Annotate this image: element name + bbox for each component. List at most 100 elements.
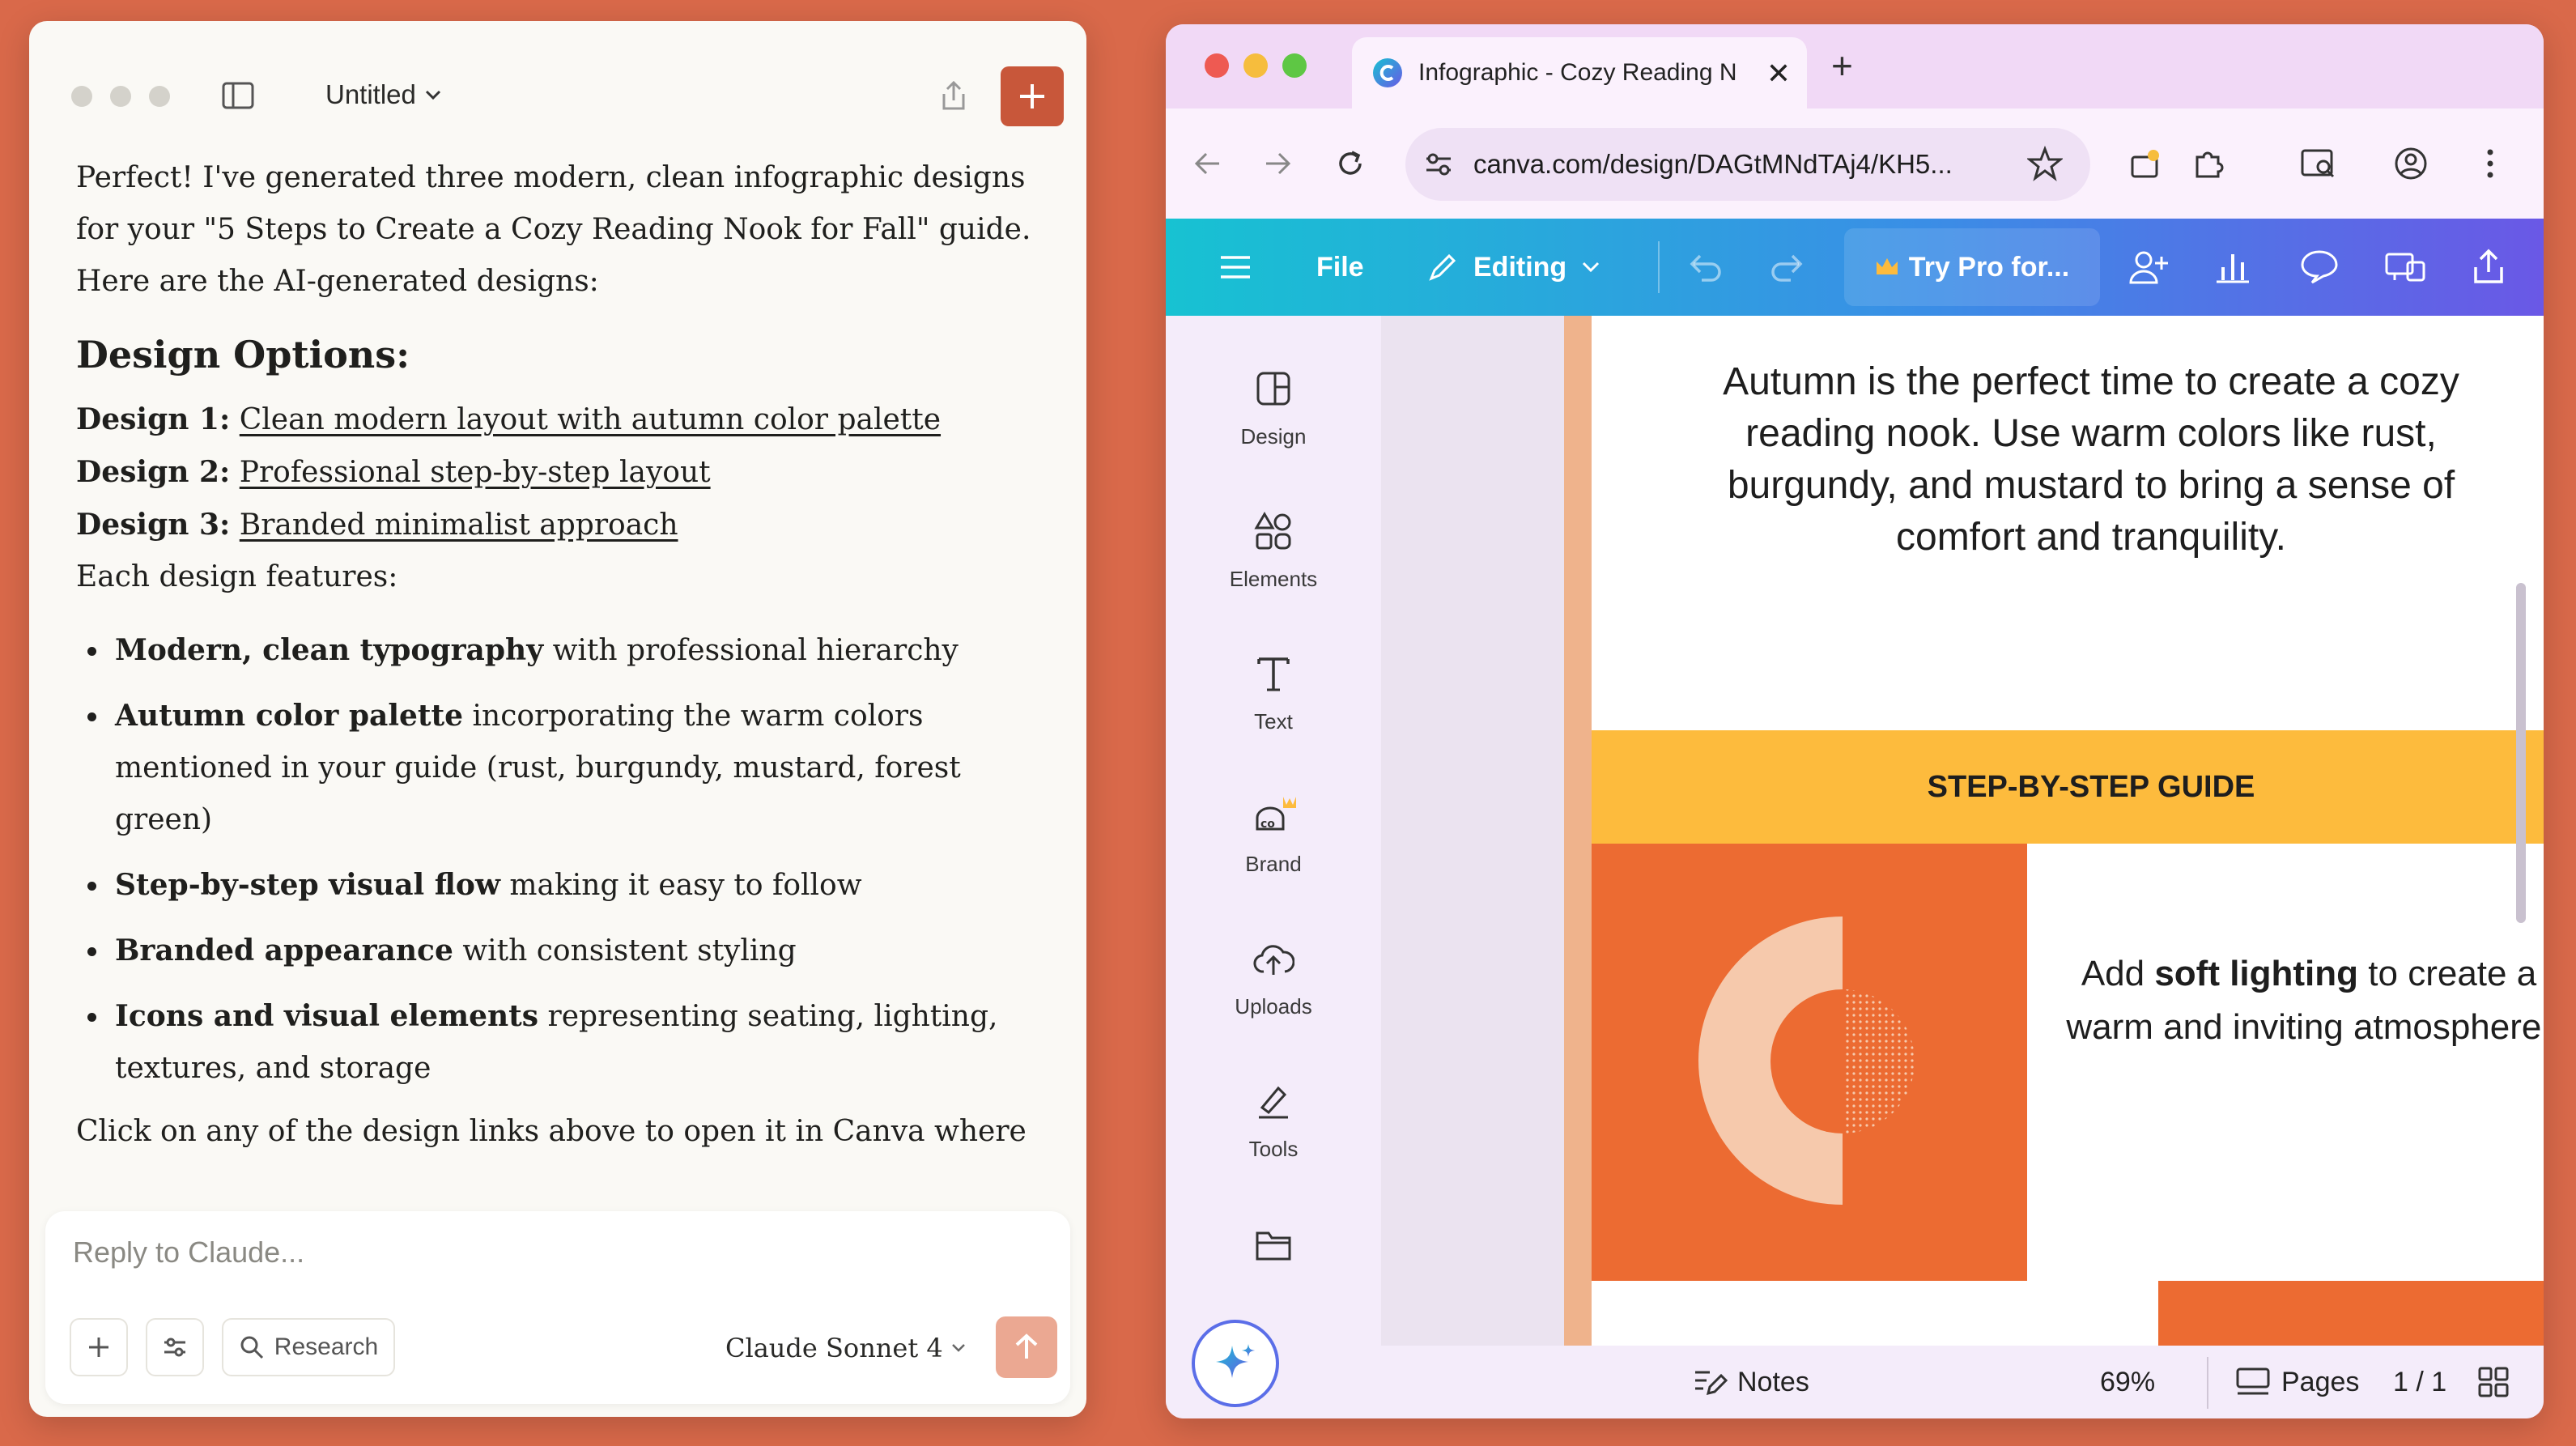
window-minimize-button[interactable] <box>110 86 131 107</box>
side-projects[interactable] <box>1166 1214 1381 1336</box>
window-close-button[interactable] <box>1205 53 1229 78</box>
file-menu[interactable]: File <box>1316 219 1364 316</box>
chevron-down-icon <box>425 90 440 100</box>
extension-icon[interactable] <box>2126 144 2165 183</box>
step-textbox[interactable]: Add soft lighting to create a warm and i… <box>2027 947 2544 1054</box>
sidebar-toggle-icon[interactable] <box>222 81 254 110</box>
try-pro-button[interactable]: Try Pro for... <box>1844 228 2100 306</box>
reply-input[interactable] <box>73 1235 963 1270</box>
design-1-link[interactable]: Clean modern layout with autumn color pa… <box>240 403 941 436</box>
window-close-button[interactable] <box>71 86 92 107</box>
window-minimize-button[interactable] <box>1243 53 1268 78</box>
new-chat-button[interactable] <box>1001 66 1064 126</box>
lamp-graphic-block[interactable] <box>1592 844 2027 1281</box>
tab-infographic[interactable]: Infographic - Cozy Reading N ✕ <box>1352 37 1807 108</box>
side-text[interactable]: Text <box>1166 643 1381 764</box>
chevron-down-icon <box>951 1344 965 1352</box>
grid-icon[interactable] <box>2477 1346 2510 1418</box>
window-zoom-button[interactable] <box>149 86 170 107</box>
page-count: 1 / 1 <box>2393 1366 2447 1397</box>
export-icon[interactable] <box>2469 219 2508 316</box>
profile-icon[interactable] <box>2391 144 2430 183</box>
model-name: Claude Sonnet 4 <box>725 1333 943 1363</box>
text-icon <box>1251 651 1296 696</box>
editing-mode-dropdown[interactable]: Editing <box>1426 219 1600 316</box>
site-settings-icon[interactable] <box>1423 149 1454 180</box>
svg-text:co: co <box>1260 818 1275 831</box>
side-uploads[interactable]: Uploads <box>1166 928 1381 1049</box>
list-item: Modern, clean typography with profession… <box>76 624 1031 677</box>
design-2-line: Design 2: Professional step-by-step layo… <box>76 446 1031 499</box>
next-step-block[interactable] <box>2158 1281 2544 1346</box>
tools-settings-button[interactable] <box>146 1318 204 1376</box>
puzzle-icon[interactable] <box>2189 144 2228 183</box>
research-label: Research <box>274 1333 379 1360</box>
conversation-title[interactable]: Untitled <box>325 79 442 110</box>
feature-bold: Icons and visual elements <box>115 999 539 1033</box>
design-1-line: Design 1: Clean modern layout with autum… <box>76 393 1031 446</box>
list-item: Branded appearance with consistent styli… <box>76 925 1031 977</box>
features-intro: Each design features: <box>76 560 398 593</box>
side-brand[interactable]: co Brand <box>1166 785 1381 907</box>
browser-window: Infographic - Cozy Reading N ✕ + canva.c… <box>1166 24 2544 1418</box>
close-icon[interactable]: ✕ <box>1766 57 1791 91</box>
comment-icon[interactable] <box>2299 219 2340 316</box>
chart-icon[interactable] <box>2213 219 2252 316</box>
hamburger-icon[interactable] <box>1219 219 1252 316</box>
design-2-label: Design 2: <box>76 455 231 489</box>
design-1-label: Design 1: <box>76 402 231 436</box>
pages-button[interactable]: Pages <box>2234 1346 2359 1418</box>
add-attachment-button[interactable] <box>70 1318 128 1376</box>
design-2-link[interactable]: Professional step-by-step layout <box>240 456 711 489</box>
side-tools[interactable]: Tools <box>1166 1070 1381 1192</box>
intro-textbox[interactable]: Autumn is the perfect time to create a c… <box>1592 356 2544 564</box>
notes-icon <box>1695 1371 1728 1396</box>
side-label: Elements <box>1229 567 1318 591</box>
menu-dots-icon[interactable] <box>2471 144 2510 183</box>
tab-search-icon[interactable] <box>2299 144 2338 183</box>
plus-icon <box>89 1338 108 1357</box>
redo-icon[interactable] <box>1768 219 1807 316</box>
undo-icon[interactable] <box>1685 219 1724 316</box>
design-3-link[interactable]: Branded minimalist approach <box>240 508 678 542</box>
design-options-heading: Design Options: <box>76 333 410 376</box>
try-pro-label: Try Pro for... <box>1908 251 2070 283</box>
feature-bold: Step-by-step visual flow <box>115 868 500 902</box>
send-button[interactable] <box>996 1316 1057 1378</box>
window-zoom-button[interactable] <box>1282 53 1307 78</box>
design-canvas[interactable]: Autumn is the perfect time to create a c… <box>1381 316 2544 1346</box>
folder-icon <box>1251 1223 1296 1268</box>
present-icon[interactable] <box>2383 219 2427 316</box>
canva-footer: Notes 69% Pages 1 / 1 <box>1381 1346 2544 1418</box>
model-selector[interactable]: Claude Sonnet 4 <box>725 1333 966 1363</box>
tools-icon <box>1251 1078 1296 1124</box>
share-icon[interactable] <box>936 78 971 113</box>
forward-icon[interactable] <box>1260 146 1295 181</box>
collaborate-icon[interactable] <box>2124 219 2171 316</box>
side-design[interactable]: Design <box>1166 358 1381 479</box>
header-divider <box>1658 241 1660 293</box>
canvas-scrollbar[interactable] <box>2516 583 2526 923</box>
zoom-level[interactable]: 69% <box>2100 1346 2155 1418</box>
list-item: Autumn color palette incorporating the w… <box>76 690 1031 846</box>
feature-text: with consistent styling <box>453 934 797 968</box>
back-icon[interactable] <box>1190 146 1226 181</box>
side-elements[interactable]: Elements <box>1166 500 1381 622</box>
message-closing: Click on any of the design links above t… <box>76 1115 1027 1148</box>
notes-button[interactable]: Notes <box>1692 1346 1809 1418</box>
chevron-down-icon <box>1583 262 1600 273</box>
star-icon[interactable] <box>2027 146 2063 181</box>
design-page[interactable]: Autumn is the perfect time to create a c… <box>1592 316 2544 1346</box>
step-guide-banner[interactable]: STEP-BY-STEP GUIDE <box>1592 730 2544 844</box>
research-button[interactable]: Research <box>222 1318 395 1376</box>
page-counter: 1 / 1 <box>2393 1346 2446 1418</box>
reload-icon[interactable] <box>1333 146 1368 181</box>
address-bar[interactable]: canva.com/design/DAGtMNdTAj4/KH5... <box>1405 128 2090 201</box>
zoom-value: 69% <box>2100 1366 2156 1397</box>
sliders-icon <box>164 1338 185 1357</box>
magic-assistant-button[interactable] <box>1192 1320 1279 1407</box>
new-tab-button[interactable]: + <box>1831 44 1853 87</box>
list-item: Step-by-step visual flow making it easy … <box>76 859 1031 912</box>
canva-side-panel: Design Elements Text co Brand Uploads To… <box>1166 316 1381 1418</box>
design-3-line: Design 3: Branded minimalist approach <box>76 499 1031 551</box>
